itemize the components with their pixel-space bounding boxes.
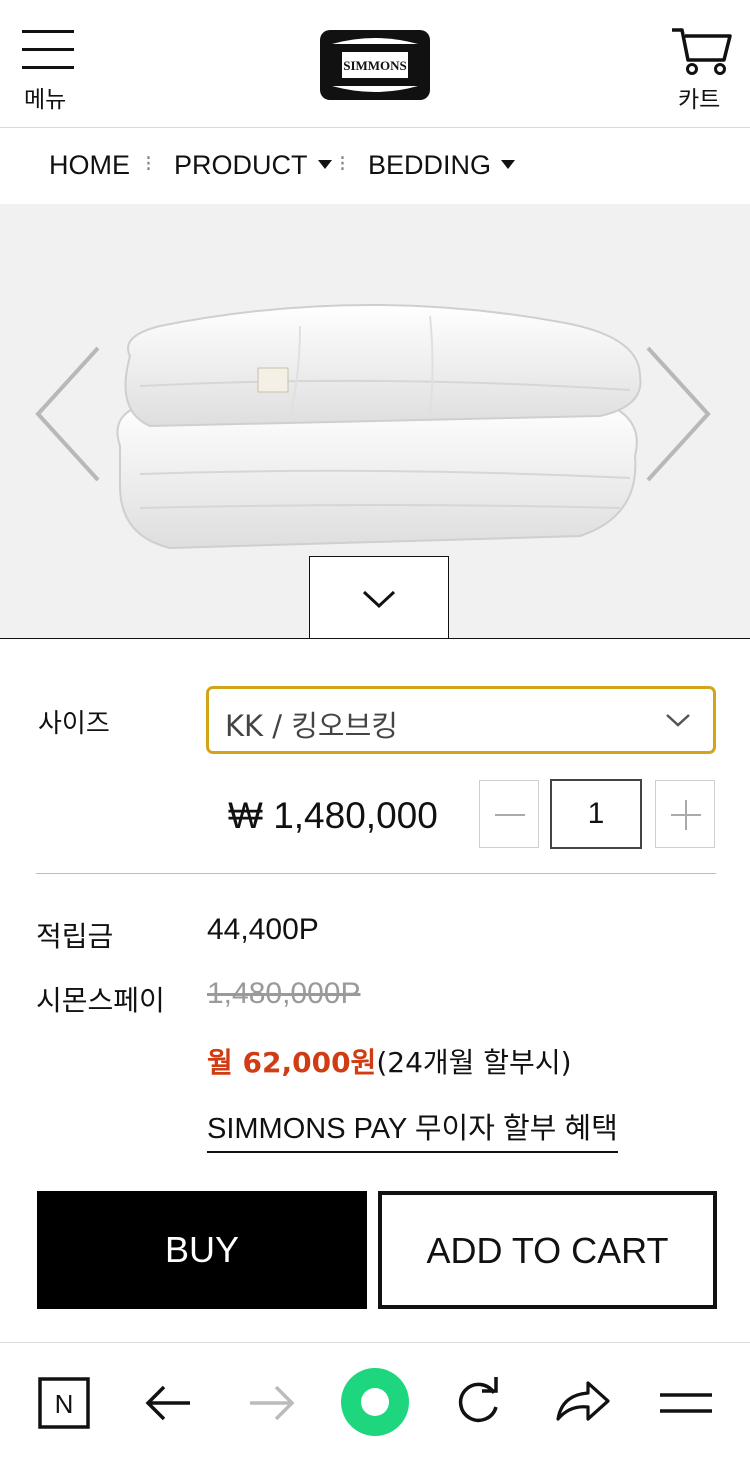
refresh-icon[interactable]: [448, 1373, 508, 1433]
purchase-panel: 사이즈 KK / 킹오브킹 ₩ 1,480,000 적립금 44,400P 시몬…: [0, 638, 750, 1342]
buy-button[interactable]: BUY: [37, 1191, 367, 1309]
size-select[interactable]: KK / 킹오브킹: [206, 686, 716, 754]
caret-down-icon: [501, 160, 516, 170]
product-gallery: [0, 204, 750, 638]
product-image: [116, 303, 642, 550]
cart-label: 카트: [678, 87, 721, 113]
product-price: ₩ 1,480,000: [228, 795, 438, 836]
caret-down-icon: [317, 160, 332, 170]
cart-button[interactable]: 카트: [666, 24, 736, 113]
chevron-down-icon: [362, 590, 396, 609]
quantity-input[interactable]: [550, 779, 642, 849]
quantity-decrease-button[interactable]: [479, 780, 539, 848]
add-to-cart-button[interactable]: ADD TO CART: [378, 1191, 717, 1309]
hamburger-icon: [22, 30, 74, 70]
menu-icon[interactable]: [656, 1373, 716, 1433]
svg-text:N: N: [55, 1389, 74, 1419]
home-green-circle-icon[interactable]: [340, 1367, 410, 1437]
breadcrumb-home[interactable]: HOME: [49, 150, 130, 181]
breadcrumb-product[interactable]: PRODUCT: [174, 150, 332, 181]
size-label: 사이즈: [38, 709, 110, 739]
breadcrumb-separator: ⁝: [339, 152, 346, 177]
back-arrow-icon[interactable]: [138, 1373, 198, 1433]
simmons-pay-benefit-link[interactable]: SIMMONS PAY 무이자 할부 혜택: [207, 1105, 618, 1153]
breadcrumb-separator: ⁝: [145, 152, 152, 177]
svg-text:SIMMONS: SIMMONS: [343, 58, 407, 73]
share-icon[interactable]: [552, 1373, 612, 1433]
points-value: 44,400P: [207, 913, 319, 946]
simmons-logo[interactable]: SIMMONS: [318, 28, 432, 102]
divider: [36, 873, 716, 874]
menu-button[interactable]: 메뉴: [20, 28, 78, 113]
panel-toggle-button[interactable]: [309, 556, 449, 638]
size-select-value: KK / 킹오브킹: [225, 709, 398, 743]
monthly-terms: (24개월 할부시): [376, 1046, 572, 1079]
site-header: 메뉴 SIMMONS 카트: [0, 0, 750, 128]
cart-icon: [672, 28, 732, 75]
simmons-pay-label: 시몬스페이: [36, 984, 165, 1017]
monthly-installment: 월 62,000원(24개월 할부시): [207, 1041, 572, 1081]
naver-n-icon[interactable]: N: [34, 1373, 94, 1433]
menu-label: 메뉴: [24, 87, 67, 113]
breadcrumb-bedding[interactable]: BEDDING: [368, 150, 516, 181]
breadcrumb: HOME ⁝ PRODUCT ⁝ BEDDING: [0, 128, 750, 204]
monthly-amount: 월 62,000원: [207, 1046, 377, 1079]
gallery-prev-arrow-icon[interactable]: [32, 344, 102, 484]
simmons-pay-value: 1,480,000P: [207, 977, 361, 1010]
browser-toolbar: N: [0, 1342, 750, 1460]
chevron-down-icon: [666, 714, 690, 727]
points-label: 적립금: [36, 920, 114, 953]
quantity-increase-button[interactable]: [655, 780, 715, 848]
gallery-next-arrow-icon[interactable]: [644, 344, 714, 484]
forward-arrow-icon[interactable]: [242, 1373, 302, 1433]
